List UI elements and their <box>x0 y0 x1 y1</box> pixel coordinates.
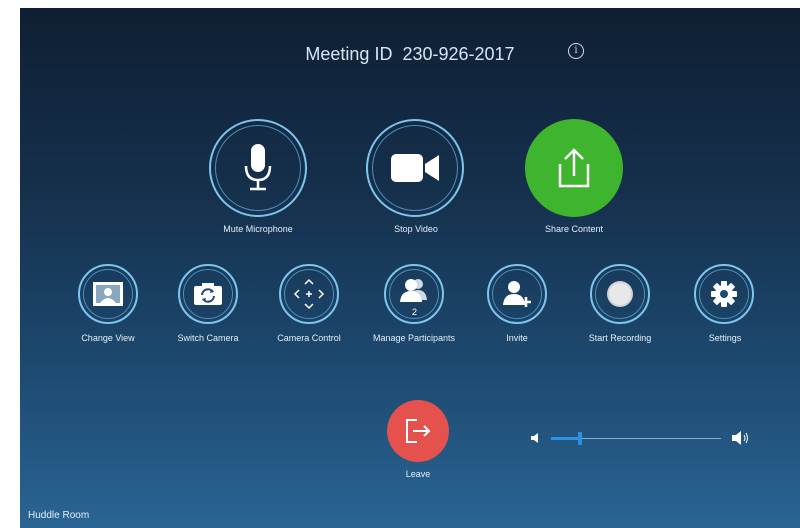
participant-count: 2 <box>412 307 418 317</box>
share-icon <box>558 148 590 188</box>
share-content-label: Share Content <box>544 224 604 234</box>
switch-camera-label: Switch Camera <box>177 333 239 343</box>
leave-button[interactable] <box>387 400 449 462</box>
invite-button[interactable] <box>487 264 547 324</box>
settings-label: Settings <box>708 333 742 343</box>
camera-control-label: Camera Control <box>277 333 341 343</box>
camera-control-button[interactable] <box>279 264 339 324</box>
volume-slider-thumb[interactable] <box>578 432 582 445</box>
meeting-id-value: 230-926-2017 <box>402 44 515 64</box>
zoom-rooms-controller: Meeting ID 230-926-2017 i Mute Microphon… <box>20 8 800 528</box>
volume-slider[interactable] <box>551 432 721 445</box>
meeting-title: Meeting ID 230-926-2017 <box>20 44 800 65</box>
mute-microphone-label: Mute Microphone <box>223 224 293 234</box>
leave-icon <box>406 419 431 443</box>
meeting-id-label: Meeting ID <box>305 44 393 64</box>
change-view-button[interactable] <box>78 264 138 324</box>
room-name: Huddle Room <box>28 510 90 521</box>
settings-button[interactable] <box>694 264 754 324</box>
stop-video-label: Stop Video <box>394 224 438 234</box>
share-content-button[interactable] <box>525 119 623 217</box>
manage-participants-label: Manage Participants <box>372 333 456 343</box>
switch-camera-button[interactable] <box>178 264 238 324</box>
stop-video-button[interactable] <box>366 119 464 217</box>
info-icon[interactable]: i <box>568 43 584 59</box>
start-recording-button[interactable] <box>590 264 650 324</box>
volume-low-icon <box>531 433 538 443</box>
manage-participants-button[interactable]: 2 <box>384 264 444 324</box>
volume-high-icon <box>732 431 748 445</box>
start-recording-label: Start Recording <box>588 333 652 343</box>
invite-label: Invite <box>506 333 528 343</box>
change-view-label: Change View <box>81 333 135 343</box>
mute-microphone-button[interactable] <box>209 119 307 217</box>
leave-label: Leave <box>405 469 431 479</box>
volume-slider-fill <box>551 437 580 440</box>
